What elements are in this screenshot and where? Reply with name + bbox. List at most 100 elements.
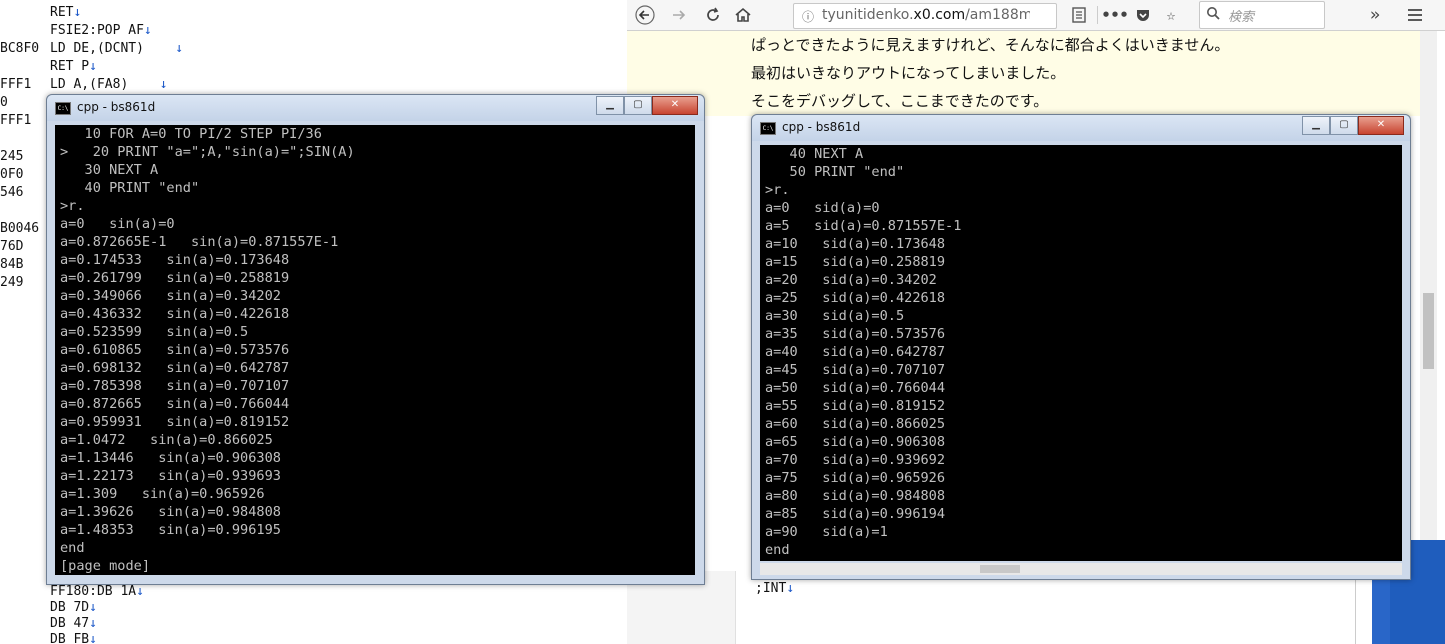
overflow-chevron-icon[interactable]: » xyxy=(1363,3,1387,27)
more-icon[interactable]: ••• xyxy=(1101,3,1128,27)
page-scrollbar-thumb[interactable] xyxy=(1423,293,1434,369)
paragraph-3: そこをデバッグして、ここまできたのです。 xyxy=(751,92,1049,110)
console-line: a=0.174533 sin(a)=0.173648 xyxy=(60,252,290,268)
console-line: [page mode] xyxy=(60,558,151,574)
console-line: 50 PRINT "end" xyxy=(765,164,905,180)
page-scrollbar[interactable] xyxy=(1420,31,1437,544)
console-app-icon: C:\ xyxy=(760,122,776,135)
console-line: 10 FOR A=0 TO PI/2 STEP PI/36 xyxy=(60,126,322,142)
editor-address: 546 xyxy=(0,185,24,200)
console-line: a=55 sid(a)=0.819152 xyxy=(765,398,946,414)
console-line: a=30 sid(a)=0.5 xyxy=(765,308,905,324)
forward-arrow-icon[interactable] xyxy=(667,3,691,27)
editor-address: 249 xyxy=(0,275,24,290)
close-button[interactable]: ✕ xyxy=(652,96,698,115)
code-line: ;INT↓ xyxy=(755,581,795,596)
console-line: a=10 sid(a)=0.173648 xyxy=(765,236,946,252)
editor-address: 245 xyxy=(0,149,24,164)
console-line: a=20 sid(a)=0.34202 xyxy=(765,272,937,288)
console-line: a=0.349066 sin(a)=0.34202 xyxy=(60,288,281,304)
console-line: > 20 PRINT "a=";A,"sin(a)=";SIN(A) xyxy=(60,144,355,160)
reload-icon[interactable] xyxy=(701,3,725,27)
pocket-icon[interactable] xyxy=(1131,3,1155,27)
editor-address: B0046 xyxy=(0,221,40,236)
content-border xyxy=(1355,571,1356,644)
browser-toolbar: ⓘ tyunitidenko.x0.com/am188m ••• ☆ 検索 » xyxy=(627,0,1445,31)
console-line: a=75 sid(a)=0.965926 xyxy=(765,470,946,486)
url-text: tyunitidenko.x0.com/am188m xyxy=(822,7,1030,23)
editor-line: FFF1 LD A,(FA8) ↓ xyxy=(0,76,625,94)
url-bar[interactable]: ⓘ tyunitidenko.x0.com/am188m xyxy=(793,3,1057,29)
console-line: a=1.48353 sin(a)=0.996195 xyxy=(60,522,281,538)
editor-code: LD A,(FA8) ↓ xyxy=(50,77,168,92)
home-icon[interactable] xyxy=(731,3,755,27)
console-line: a=0.872665E-1 sin(a)=0.871557E-1 xyxy=(60,234,339,250)
editor-address: 0F0 xyxy=(0,167,24,182)
console-screen[interactable]: 10 FOR A=0 TO PI/2 STEP PI/36 > 20 PRINT … xyxy=(55,125,695,575)
paragraph-2: 最初はいきなりアウトになってしまいました。 xyxy=(751,64,1066,82)
minimize-button[interactable]: ▁ xyxy=(596,96,624,115)
horizontal-scrollbar-thumb[interactable] xyxy=(980,565,1020,573)
console-line: a=0.872665 sin(a)=0.766044 xyxy=(60,396,290,412)
toolbar-separator xyxy=(1097,6,1098,24)
editor-line: BC8F0 LD DE,(DCNT) ↓ xyxy=(0,40,625,58)
window-title: cpp - bs861d xyxy=(782,120,861,134)
minimize-button[interactable]: ▁ xyxy=(1302,116,1330,135)
console-line: a=35 sid(a)=0.573576 xyxy=(765,326,946,342)
editor-line: FSIE2:POP AF↓ xyxy=(0,22,625,40)
editor-code: RET↓ xyxy=(50,5,82,20)
search-icon xyxy=(1206,6,1220,24)
console-line: end xyxy=(60,540,85,556)
console-line: a=70 sid(a)=0.939692 xyxy=(765,452,946,468)
console-line: a=1.39626 sin(a)=0.984808 xyxy=(60,504,281,520)
console-line: a=0.698132 sin(a)=0.642787 xyxy=(60,360,290,376)
close-button[interactable]: ✕ xyxy=(1358,116,1404,135)
console-line: a=40 sid(a)=0.642787 xyxy=(765,344,946,360)
console-line: 40 NEXT A xyxy=(765,146,864,162)
maximize-button[interactable]: ▢ xyxy=(1330,116,1358,135)
console-line: a=1.0472 sin(a)=0.866025 xyxy=(60,432,273,448)
console-window-right[interactable]: C:\ cpp - bs861d ▁ ▢ ✕ 40 NEXT A 50 PRIN… xyxy=(751,114,1411,580)
console-line: a=45 sid(a)=0.707107 xyxy=(765,362,946,378)
search-box[interactable]: 検索 xyxy=(1199,1,1325,29)
console-screen[interactable]: 40 NEXT A 50 PRINT "end" >r. a=0 sid(a)=0 a… xyxy=(760,145,1402,561)
editor-address: 84B xyxy=(0,257,24,272)
console-line: a=0 sid(a)=0 xyxy=(765,200,880,216)
horizontal-scrollbar[interactable] xyxy=(760,563,1402,575)
console-line: a=0.610865 sin(a)=0.573576 xyxy=(60,342,290,358)
editor-code: RET P↓ xyxy=(50,59,97,74)
console-line: a=90 sid(a)=1 xyxy=(765,524,888,540)
bookmark-star-icon[interactable]: ☆ xyxy=(1159,3,1183,27)
console-line: 30 NEXT A xyxy=(60,162,159,178)
console-line: a=80 sid(a)=0.984808 xyxy=(765,488,946,504)
console-line: a=5 sid(a)=0.871557E-1 xyxy=(765,218,962,234)
console-window-left[interactable]: C:\ cpp - bs861d ▁ ▢ ✕ 10 FOR A=0 TO PI/… xyxy=(46,94,705,585)
editor-line: RET↓ xyxy=(0,4,625,22)
console-line: a=65 sid(a)=0.906308 xyxy=(765,434,946,450)
window-titlebar[interactable]: C:\ cpp - bs861d ▁ ▢ ✕ xyxy=(752,115,1410,141)
console-line: a=0.959931 sin(a)=0.819152 xyxy=(60,414,290,430)
console-line: a=1.309 sin(a)=0.965926 xyxy=(60,486,265,502)
console-line: a=0.785398 sin(a)=0.707107 xyxy=(60,378,290,394)
editor-address: BC8F0 xyxy=(0,41,40,56)
console-line: a=15 sid(a)=0.258819 xyxy=(765,254,946,270)
editor-address: FFF1 xyxy=(0,113,32,128)
search-placeholder: 検索 xyxy=(1228,10,1255,25)
console-line: a=0 sin(a)=0 xyxy=(60,216,175,232)
window-title: cpp - bs861d xyxy=(77,100,156,114)
page-info-icon[interactable]: ⓘ xyxy=(802,8,814,25)
console-line: a=0.523599 sin(a)=0.5 xyxy=(60,324,249,340)
maximize-button[interactable]: ▢ xyxy=(624,96,652,115)
editor-address: 0 xyxy=(0,95,8,110)
console-line: a=1.22173 sin(a)=0.939693 xyxy=(60,468,281,484)
console-line: a=0.261799 sin(a)=0.258819 xyxy=(60,270,290,286)
console-line: a=1.13446 sin(a)=0.906308 xyxy=(60,450,281,466)
back-arrow-icon[interactable] xyxy=(633,3,657,27)
editor-code: DB FB↓ xyxy=(50,632,97,644)
window-titlebar[interactable]: C:\ cpp - bs861d ▁ ▢ ✕ xyxy=(47,95,704,121)
console-line: a=0.436332 sin(a)=0.422618 xyxy=(60,306,290,322)
reader-view-icon[interactable] xyxy=(1067,3,1091,27)
editor-address: 76D xyxy=(0,239,24,254)
hamburger-menu-icon[interactable] xyxy=(1403,3,1427,27)
editor-line: RET P↓ xyxy=(0,58,625,76)
